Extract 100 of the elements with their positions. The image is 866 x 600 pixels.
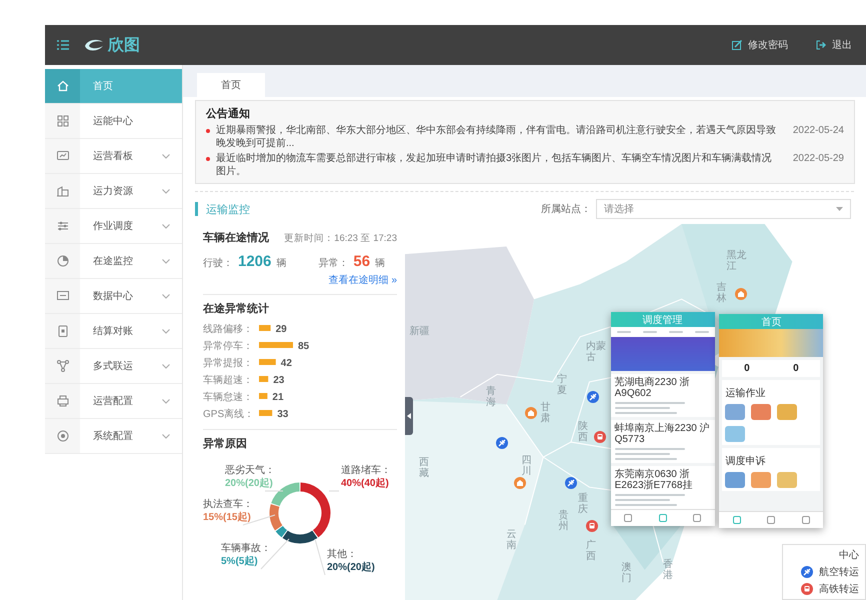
sidebar-item[interactable]: 运能中心 [45,104,182,139]
sidebar-item[interactable]: 运营配置 [45,384,182,419]
topbar-action[interactable]: 修改密码 [732,38,788,52]
sidebar-item[interactable]: 结算对账 [45,314,182,349]
sidebar-item[interactable]: 运营看板 [45,139,182,174]
accent-bar [195,202,198,216]
text-line [642,331,657,334]
station-select[interactable]: 请选择 [596,199,851,219]
sliders-icon [56,219,70,233]
app-tile-icon[interactable] [777,472,798,488]
region-label: 四川 [522,455,532,478]
nav-icon[interactable] [732,516,741,524]
region-label: 西藏 [418,457,429,480]
slice-value: 20%(20起) [327,562,375,573]
detail-link[interactable]: 查看在途明细 » [328,273,397,287]
swoosh-logo-icon [83,38,105,52]
slice-value: 15%(15起) [203,512,251,523]
slice-label: 车辆事故： [221,543,271,554]
bar [259,342,293,348]
sidebar-item[interactable]: 运力资源 [45,174,182,209]
collapse-handle[interactable] [405,396,413,435]
slice-value: 40%(40起) [341,478,389,489]
station-marker-icon [524,407,537,420]
text-line [694,331,709,334]
region-label: 青海 [486,386,496,408]
region-label: 宁夏 [557,374,568,396]
slice-label: 执法查车： [203,499,253,510]
station-marker-icon [734,288,747,300]
abnormal-count: 56 [353,253,370,270]
bar-value: 21 [272,392,284,403]
nav-icon[interactable] [624,514,632,522]
station-label: 所属站点： [541,202,591,216]
region-label: 黑龙江 [726,250,746,272]
slice-label: 其他： [327,549,357,560]
order-card[interactable]: 蚌埠南京上海2230 沪Q5773 [610,420,715,464]
menu-card: 运输作业 [722,380,820,446]
notice-date: 2022-05-29 [792,152,844,165]
app-tile-icon[interactable] [751,472,772,488]
bar-value: 29 [276,324,287,335]
unit-label: 辆 [375,257,386,270]
notice-text[interactable]: 近期暴雨警报，华北南部、华东大部分地区、华中东部会有持续降雨，伴有雷电。请沿路司机注意行驶安全，若遇天气原因导致晚发晚到可提前... [216,124,780,150]
app-tile-icon[interactable] [751,404,772,420]
bar-label: 车辆怠速： [203,392,253,403]
bar-label: 异常提报： [203,358,253,369]
order-card[interactable]: 东莞南京0630 浙E2623浙E7768挂 [610,466,715,510]
pie-icon [56,254,70,268]
bar-value: 42 [280,358,292,369]
leader-line [264,490,284,492]
app-tile-icon[interactable] [725,472,746,488]
text-line [668,331,683,334]
phone-title: 调度管理 [610,312,715,328]
slice-label: 恶劣天气： [225,465,275,476]
running-count: 1206 [238,253,272,270]
nav-icon[interactable] [802,516,810,524]
update-time: 更新时间：16:23 至 17:23 [284,232,397,245]
bar-value: 23 [273,375,284,386]
building-icon [56,184,70,198]
bar-label: GPS离线： [203,409,254,420]
region-label: 吉林 [716,282,727,304]
slice-value: 5%(5起) [221,556,258,567]
bar [259,393,268,399]
bar-label: 车辆超速： [203,375,253,386]
caret-icon [407,412,411,419]
order-card[interactable]: 芜湖电商2230 浙A9Q602 [610,374,715,418]
bar [259,325,271,331]
nav-icon[interactable] [767,516,776,524]
brand-name: 欣图 [108,36,140,56]
app-tile-icon[interactable] [725,426,746,442]
unit-label: 辆 [276,257,286,270]
leader-line [328,490,340,492]
sidebar-item[interactable]: 在途监控 [45,244,182,279]
app-tile-icon[interactable] [725,404,746,420]
logout-icon [816,40,826,50]
region-label: 贵州 [558,510,568,532]
count-value: 0 [744,363,750,374]
train-marker-icon [594,430,606,443]
nav-icon[interactable] [693,514,702,522]
notice-text[interactable]: 最近临时增加的物流车需要总部进行审核，发起加班申请时请拍摄3张图片，包括车辆图片、车辆空车情况图片和车辆满载情况图片。 [216,152,780,178]
target-icon [56,429,70,443]
tab[interactable]: 首页 [197,73,265,97]
app-tile-icon[interactable] [777,404,798,420]
menu-icon[interactable] [57,40,69,50]
legend-label: 航空转运 [819,566,859,579]
region-label: 甘肃 [540,402,551,424]
airplane-marker-icon [587,391,600,404]
nav-icon[interactable] [658,514,667,522]
sidebar-item[interactable]: 作业调度 [45,209,182,244]
bar [259,410,272,416]
sidebar-item[interactable]: 多式联运 [45,349,182,384]
sidebar-item[interactable]: 系统配置 [45,419,182,454]
panel-title: 在途异常统计 [203,302,270,316]
leader-line [260,538,290,570]
bar-label: 线路偏移： [203,324,253,335]
count-value: 0 [793,363,799,374]
station-marker-icon [514,477,526,490]
sidebar-item[interactable]: 数据中心 [45,279,182,314]
region-label: 重庆 [578,492,588,515]
bar-label: 异常停车： [203,341,253,352]
region-label: 广西 [586,540,596,562]
topbar-action[interactable]: 退出 [816,38,852,52]
